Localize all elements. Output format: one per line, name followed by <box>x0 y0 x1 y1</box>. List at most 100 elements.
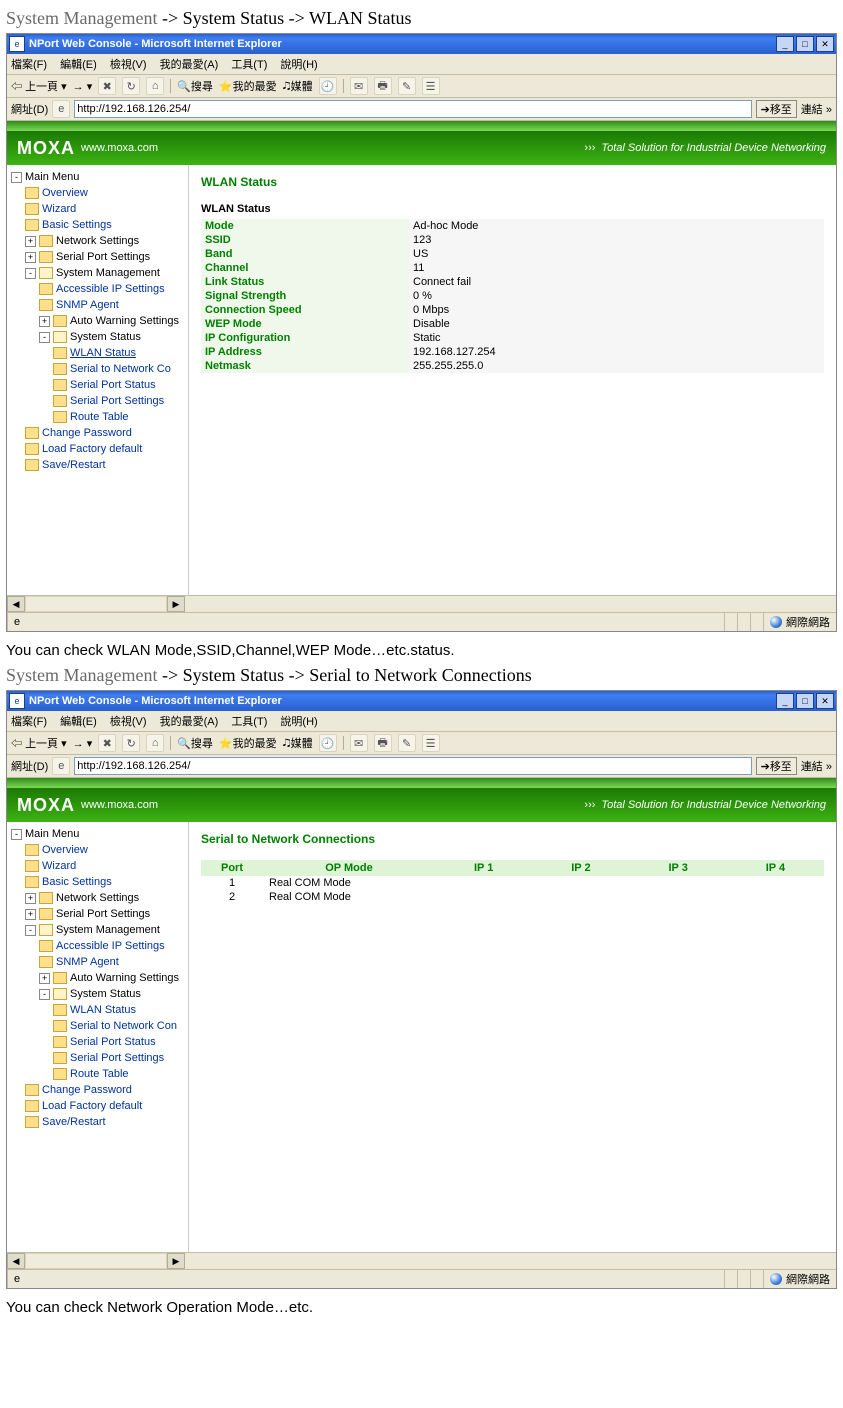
separator <box>343 79 344 93</box>
menu-tools[interactable]: 工具(T) <box>231 716 267 728</box>
tree-save[interactable]: Save/Restart <box>11 1114 186 1130</box>
forward-button[interactable]: → ▾ <box>73 737 93 750</box>
menu-tools[interactable]: 工具(T) <box>231 59 267 71</box>
stop-icon[interactable]: ✖ <box>98 77 116 95</box>
scroll-left-icon[interactable]: ◀ <box>7 1253 25 1269</box>
go-button[interactable]: ➔ 移至 <box>756 100 797 118</box>
refresh-icon[interactable]: ↻ <box>122 734 140 752</box>
media-button[interactable]: 🎝媒體 <box>283 78 313 94</box>
home-icon[interactable]: ⌂ <box>146 734 164 752</box>
tree-spset[interactable]: Serial Port Settings <box>11 393 186 409</box>
minimize-button[interactable]: _ <box>776 693 794 709</box>
scroll-left-icon[interactable]: ◀ <box>7 596 25 612</box>
refresh-icon[interactable]: ↻ <box>122 77 140 95</box>
back-button[interactable]: ⇦ 上一頁 ▾ <box>11 78 67 94</box>
tree-chpw[interactable]: Change Password <box>11 425 186 441</box>
url-input[interactable] <box>74 757 751 775</box>
tree-route[interactable]: Route Table <box>11 409 186 425</box>
tree-wlan[interactable]: WLAN Status <box>11 1002 186 1018</box>
menu-edit[interactable]: 編輯(E) <box>60 59 97 71</box>
tree-overview[interactable]: Overview <box>11 842 186 858</box>
links-button[interactable]: 連結 » <box>801 758 832 774</box>
tag-prefix: ››› <box>584 799 595 811</box>
tree-wlan[interactable]: WLAN Status <box>11 345 186 361</box>
edit-icon[interactable]: ✎ <box>398 77 416 95</box>
scroll-track[interactable] <box>25 1253 167 1269</box>
discuss-icon[interactable]: ☰ <box>422 734 440 752</box>
tree-serial[interactable]: +Serial Port Settings <box>11 906 186 922</box>
tree-spset[interactable]: Serial Port Settings <box>11 1050 186 1066</box>
history-icon[interactable]: 🕘 <box>319 77 337 95</box>
menu-view[interactable]: 檢視(V) <box>110 716 147 728</box>
history-icon[interactable]: 🕘 <box>319 734 337 752</box>
close-button[interactable]: ✕ <box>816 36 834 52</box>
tree-basic[interactable]: Basic Settings <box>11 874 186 890</box>
menu-view[interactable]: 檢視(V) <box>110 59 147 71</box>
menu-help[interactable]: 說明(H) <box>280 59 317 71</box>
status-seg <box>724 1270 737 1288</box>
tree-access[interactable]: Accessible IP Settings <box>11 281 186 297</box>
tree-wizard[interactable]: Wizard <box>11 858 186 874</box>
tree-sysman[interactable]: -System Management <box>11 265 186 281</box>
tree-loadf[interactable]: Load Factory default <box>11 441 186 457</box>
links-button[interactable]: 連結 » <box>801 101 832 117</box>
menu-file[interactable]: 檔案(F) <box>11 59 47 71</box>
tree-route[interactable]: Route Table <box>11 1066 186 1082</box>
tree-network[interactable]: +Network Settings <box>11 890 186 906</box>
tree-chpw[interactable]: Change Password <box>11 1082 186 1098</box>
tree-sysman[interactable]: -System Management <box>11 922 186 938</box>
menu-file[interactable]: 檔案(F) <box>11 716 47 728</box>
minimize-button[interactable]: _ <box>776 36 794 52</box>
print-icon[interactable]: 🖶 <box>374 734 392 752</box>
menu-fav[interactable]: 我的最愛(A) <box>160 716 219 728</box>
mail-icon[interactable]: ✉ <box>350 77 368 95</box>
edit-icon[interactable]: ✎ <box>398 734 416 752</box>
tree-basic[interactable]: Basic Settings <box>11 217 186 233</box>
menu-fav[interactable]: 我的最愛(A) <box>160 59 219 71</box>
back-button[interactable]: ⇦ 上一頁 ▾ <box>11 735 67 751</box>
tree-wizard[interactable]: Wizard <box>11 201 186 217</box>
mail-icon[interactable]: ✉ <box>350 734 368 752</box>
tree-sysstatus[interactable]: -System Status <box>11 329 186 345</box>
favorites-button[interactable]: ⭐我的最愛 <box>219 78 277 94</box>
status-seg <box>737 613 750 631</box>
maximize-button[interactable]: □ <box>796 693 814 709</box>
discuss-icon[interactable]: ☰ <box>422 77 440 95</box>
tree-sysstatus[interactable]: -System Status <box>11 986 186 1002</box>
tree-loadf[interactable]: Load Factory default <box>11 1098 186 1114</box>
forward-button[interactable]: → ▾ <box>73 80 93 93</box>
tree-overview[interactable]: Overview <box>11 185 186 201</box>
menu-help[interactable]: 說明(H) <box>280 716 317 728</box>
tree-s2n[interactable]: Serial to Network Co <box>11 361 186 377</box>
tree-snmp[interactable]: SNMP Agent <box>11 297 186 313</box>
tree-scrollbar[interactable]: ◀ ▶ <box>7 595 836 612</box>
brand-bar: MOXA www.moxa.com ››› Total Solution for… <box>7 788 836 822</box>
tree-sps[interactable]: Serial Port Status <box>11 1034 186 1050</box>
scroll-track[interactable] <box>25 596 167 612</box>
close-button[interactable]: ✕ <box>816 693 834 709</box>
stop-icon[interactable]: ✖ <box>98 734 116 752</box>
tree-autowarn[interactable]: +Auto Warning Settings <box>11 970 186 986</box>
media-button[interactable]: 🎝媒體 <box>283 735 313 751</box>
menubar: 檔案(F) 編輯(E) 檢視(V) 我的最愛(A) 工具(T) 說明(H) <box>7 54 836 75</box>
tree-network[interactable]: +Network Settings <box>11 233 186 249</box>
menu-edit[interactable]: 編輯(E) <box>60 716 97 728</box>
scroll-right-icon[interactable]: ▶ <box>167 1253 185 1269</box>
tree-s2n[interactable]: Serial to Network Con <box>11 1018 186 1034</box>
go-button[interactable]: ➔ 移至 <box>756 757 797 775</box>
url-input[interactable] <box>74 100 751 118</box>
tree-autowarn[interactable]: +Auto Warning Settings <box>11 313 186 329</box>
tree-sps[interactable]: Serial Port Status <box>11 377 186 393</box>
tree-access[interactable]: Accessible IP Settings <box>11 938 186 954</box>
home-icon[interactable]: ⌂ <box>146 77 164 95</box>
tree-snmp[interactable]: SNMP Agent <box>11 954 186 970</box>
print-icon[interactable]: 🖶 <box>374 77 392 95</box>
tree-scrollbar[interactable]: ◀ ▶ <box>7 1252 836 1269</box>
tree-save[interactable]: Save/Restart <box>11 457 186 473</box>
search-button[interactable]: 🔍搜尋 <box>177 78 213 94</box>
maximize-button[interactable]: □ <box>796 36 814 52</box>
favorites-button[interactable]: ⭐我的最愛 <box>219 735 277 751</box>
scroll-right-icon[interactable]: ▶ <box>167 596 185 612</box>
search-button[interactable]: 🔍搜尋 <box>177 735 213 751</box>
tree-serial[interactable]: +Serial Port Settings <box>11 249 186 265</box>
